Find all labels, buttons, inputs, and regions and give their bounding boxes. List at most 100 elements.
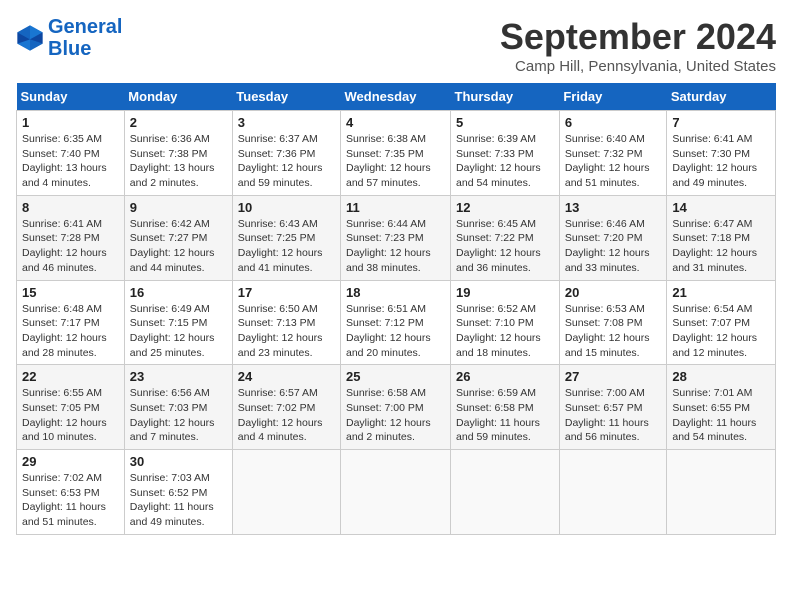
header-row: Sunday Monday Tuesday Wednesday Thursday… — [17, 83, 776, 111]
col-tuesday: Tuesday — [232, 83, 340, 111]
day-info: Sunrise: 7:03 AMSunset: 6:52 PMDaylight:… — [130, 472, 214, 528]
calendar-cell: 1 Sunrise: 6:35 AMSunset: 7:40 PMDayligh… — [17, 111, 125, 196]
day-number: 23 — [130, 369, 227, 384]
day-number: 15 — [22, 285, 119, 300]
month-title: September 2024 — [500, 16, 776, 58]
day-number: 6 — [565, 115, 662, 130]
day-info: Sunrise: 6:43 AMSunset: 7:25 PMDaylight:… — [238, 218, 323, 274]
day-info: Sunrise: 6:39 AMSunset: 7:33 PMDaylight:… — [456, 133, 541, 189]
location: Camp Hill, Pennsylvania, United States — [500, 58, 776, 75]
col-thursday: Thursday — [451, 83, 560, 111]
day-number: 16 — [130, 285, 227, 300]
col-sunday: Sunday — [17, 83, 125, 111]
calendar-cell — [559, 450, 667, 535]
logo-line2: Blue — [48, 38, 91, 60]
calendar-cell — [451, 450, 560, 535]
calendar-cell: 14 Sunrise: 6:47 AMSunset: 7:18 PMDaylig… — [667, 195, 776, 280]
calendar-cell: 3 Sunrise: 6:37 AMSunset: 7:36 PMDayligh… — [232, 111, 340, 196]
calendar-cell: 28 Sunrise: 7:01 AMSunset: 6:55 PMDaylig… — [667, 365, 776, 450]
day-info: Sunrise: 6:45 AMSunset: 7:22 PMDaylight:… — [456, 218, 541, 274]
day-info: Sunrise: 6:59 AMSunset: 6:58 PMDaylight:… — [456, 387, 540, 443]
day-info: Sunrise: 6:50 AMSunset: 7:13 PMDaylight:… — [238, 303, 323, 359]
calendar-week-2: 8 Sunrise: 6:41 AMSunset: 7:28 PMDayligh… — [17, 195, 776, 280]
day-number: 8 — [22, 200, 119, 215]
calendar-cell: 11 Sunrise: 6:44 AMSunset: 7:23 PMDaylig… — [341, 195, 451, 280]
calendar-cell: 27 Sunrise: 7:00 AMSunset: 6:57 PMDaylig… — [559, 365, 667, 450]
calendar-cell: 7 Sunrise: 6:41 AMSunset: 7:30 PMDayligh… — [667, 111, 776, 196]
day-number: 22 — [22, 369, 119, 384]
day-number: 5 — [456, 115, 554, 130]
calendar-cell: 25 Sunrise: 6:58 AMSunset: 7:00 PMDaylig… — [341, 365, 451, 450]
day-info: Sunrise: 6:58 AMSunset: 7:00 PMDaylight:… — [346, 387, 431, 443]
day-number: 17 — [238, 285, 335, 300]
day-info: Sunrise: 6:52 AMSunset: 7:10 PMDaylight:… — [456, 303, 541, 359]
calendar-cell: 9 Sunrise: 6:42 AMSunset: 7:27 PMDayligh… — [124, 195, 232, 280]
day-number: 26 — [456, 369, 554, 384]
calendar-cell: 12 Sunrise: 6:45 AMSunset: 7:22 PMDaylig… — [451, 195, 560, 280]
calendar-cell: 5 Sunrise: 6:39 AMSunset: 7:33 PMDayligh… — [451, 111, 560, 196]
day-number: 18 — [346, 285, 445, 300]
day-info: Sunrise: 6:40 AMSunset: 7:32 PMDaylight:… — [565, 133, 650, 189]
logo: General Blue — [16, 16, 122, 60]
day-info: Sunrise: 6:47 AMSunset: 7:18 PMDaylight:… — [672, 218, 757, 274]
calendar-cell — [232, 450, 340, 535]
calendar-week-5: 29 Sunrise: 7:02 AMSunset: 6:53 PMDaylig… — [17, 450, 776, 535]
day-info: Sunrise: 6:44 AMSunset: 7:23 PMDaylight:… — [346, 218, 431, 274]
day-info: Sunrise: 7:01 AMSunset: 6:55 PMDaylight:… — [672, 387, 756, 443]
calendar-cell: 23 Sunrise: 6:56 AMSunset: 7:03 PMDaylig… — [124, 365, 232, 450]
day-info: Sunrise: 7:02 AMSunset: 6:53 PMDaylight:… — [22, 472, 106, 528]
page-header: General Blue September 2024 Camp Hill, P… — [16, 16, 776, 75]
day-info: Sunrise: 6:41 AMSunset: 7:28 PMDaylight:… — [22, 218, 107, 274]
day-info: Sunrise: 6:57 AMSunset: 7:02 PMDaylight:… — [238, 387, 323, 443]
calendar-cell: 26 Sunrise: 6:59 AMSunset: 6:58 PMDaylig… — [451, 365, 560, 450]
day-info: Sunrise: 6:41 AMSunset: 7:30 PMDaylight:… — [672, 133, 757, 189]
day-info: Sunrise: 6:36 AMSunset: 7:38 PMDaylight:… — [130, 133, 215, 189]
day-info: Sunrise: 6:35 AMSunset: 7:40 PMDaylight:… — [22, 133, 107, 189]
day-number: 13 — [565, 200, 662, 215]
calendar-week-1: 1 Sunrise: 6:35 AMSunset: 7:40 PMDayligh… — [17, 111, 776, 196]
day-number: 19 — [456, 285, 554, 300]
logo-line1: General — [48, 16, 122, 38]
day-info: Sunrise: 6:56 AMSunset: 7:03 PMDaylight:… — [130, 387, 215, 443]
calendar-header: Sunday Monday Tuesday Wednesday Thursday… — [17, 83, 776, 111]
day-number: 21 — [672, 285, 770, 300]
calendar-cell: 20 Sunrise: 6:53 AMSunset: 7:08 PMDaylig… — [559, 280, 667, 365]
day-number: 14 — [672, 200, 770, 215]
calendar-cell: 6 Sunrise: 6:40 AMSunset: 7:32 PMDayligh… — [559, 111, 667, 196]
day-info: Sunrise: 6:53 AMSunset: 7:08 PMDaylight:… — [565, 303, 650, 359]
col-wednesday: Wednesday — [341, 83, 451, 111]
calendar-week-4: 22 Sunrise: 6:55 AMSunset: 7:05 PMDaylig… — [17, 365, 776, 450]
calendar-cell: 19 Sunrise: 6:52 AMSunset: 7:10 PMDaylig… — [451, 280, 560, 365]
day-number: 7 — [672, 115, 770, 130]
calendar-cell: 18 Sunrise: 6:51 AMSunset: 7:12 PMDaylig… — [341, 280, 451, 365]
calendar-body: 1 Sunrise: 6:35 AMSunset: 7:40 PMDayligh… — [17, 111, 776, 535]
calendar-cell: 15 Sunrise: 6:48 AMSunset: 7:17 PMDaylig… — [17, 280, 125, 365]
calendar-cell: 17 Sunrise: 6:50 AMSunset: 7:13 PMDaylig… — [232, 280, 340, 365]
title-block: September 2024 Camp Hill, Pennsylvania, … — [500, 16, 776, 75]
calendar-cell: 22 Sunrise: 6:55 AMSunset: 7:05 PMDaylig… — [17, 365, 125, 450]
day-number: 10 — [238, 200, 335, 215]
day-number: 20 — [565, 285, 662, 300]
calendar-cell: 16 Sunrise: 6:49 AMSunset: 7:15 PMDaylig… — [124, 280, 232, 365]
day-number: 3 — [238, 115, 335, 130]
day-info: Sunrise: 6:51 AMSunset: 7:12 PMDaylight:… — [346, 303, 431, 359]
calendar-cell — [341, 450, 451, 535]
calendar-cell: 29 Sunrise: 7:02 AMSunset: 6:53 PMDaylig… — [17, 450, 125, 535]
day-info: Sunrise: 6:42 AMSunset: 7:27 PMDaylight:… — [130, 218, 215, 274]
day-number: 29 — [22, 454, 119, 469]
day-number: 11 — [346, 200, 445, 215]
day-number: 9 — [130, 200, 227, 215]
calendar-cell: 2 Sunrise: 6:36 AMSunset: 7:38 PMDayligh… — [124, 111, 232, 196]
day-number: 30 — [130, 454, 227, 469]
day-number: 2 — [130, 115, 227, 130]
day-info: Sunrise: 6:46 AMSunset: 7:20 PMDaylight:… — [565, 218, 650, 274]
day-info: Sunrise: 6:48 AMSunset: 7:17 PMDaylight:… — [22, 303, 107, 359]
day-number: 28 — [672, 369, 770, 384]
logo-text: General Blue — [48, 16, 122, 60]
logo-icon — [16, 24, 44, 52]
col-saturday: Saturday — [667, 83, 776, 111]
day-number: 4 — [346, 115, 445, 130]
day-number: 27 — [565, 369, 662, 384]
calendar-cell: 30 Sunrise: 7:03 AMSunset: 6:52 PMDaylig… — [124, 450, 232, 535]
calendar-cell: 24 Sunrise: 6:57 AMSunset: 7:02 PMDaylig… — [232, 365, 340, 450]
